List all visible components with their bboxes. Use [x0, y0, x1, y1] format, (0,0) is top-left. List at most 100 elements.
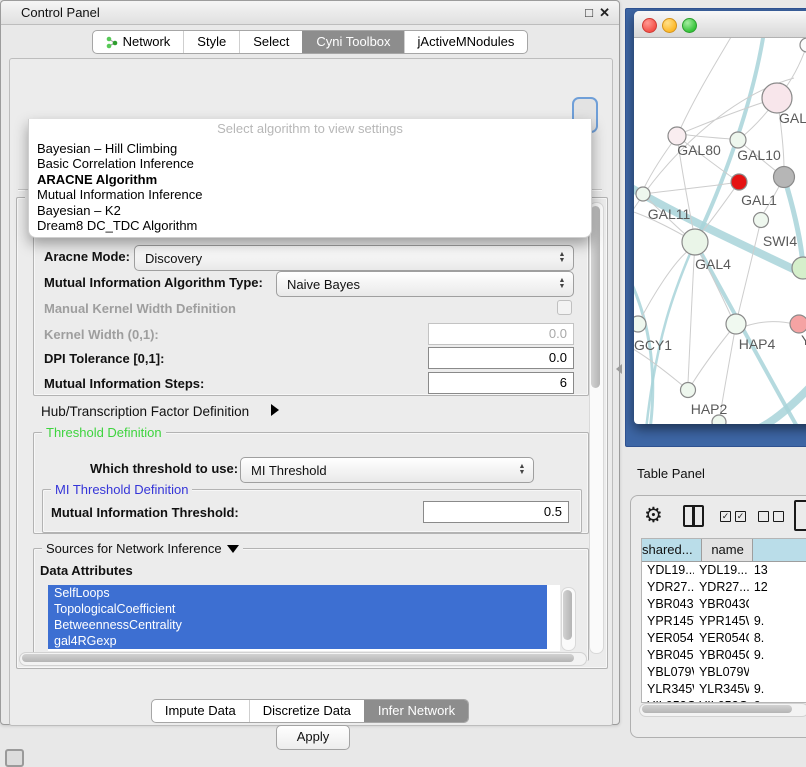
table-cell: YER054C — [694, 630, 749, 647]
table-row[interactable]: YDR27...YDR27...12 — [642, 579, 806, 596]
manual-kernel-checkbox[interactable] — [557, 300, 572, 315]
network-node[interactable] — [800, 38, 806, 52]
algorithm-option[interactable]: Basic Correlation Inference — [29, 156, 591, 171]
table-column-header[interactable] — [753, 539, 806, 561]
which-threshold-select[interactable]: MI Threshold ▲▼ — [240, 457, 534, 483]
network-edge[interactable] — [682, 134, 732, 139]
mac-close-icon[interactable] — [642, 18, 657, 33]
mac-zoom-icon[interactable] — [682, 18, 697, 33]
network-node-gal11[interactable] — [636, 187, 650, 201]
tab-cyni-toolbox[interactable]: Cyni Toolbox — [302, 31, 403, 53]
tab-discretize-data[interactable]: Discretize Data — [249, 700, 364, 722]
algorithm-option[interactable]: Bayesian – Hill Climbing — [29, 141, 591, 156]
network-node-gcy1[interactable] — [634, 316, 646, 332]
network-node-gal4[interactable] — [682, 229, 708, 255]
cyni-algorithm-settings-group: Cyni Algorithm Settings Algorithm Defini… — [16, 197, 608, 669]
network-node-hap2[interactable] — [681, 383, 696, 398]
table-cell — [749, 664, 806, 681]
network-edge[interactable] — [677, 38, 734, 136]
control-panel-window: Control Panel □ ✕ NetworkStyleSelectCyni… — [0, 0, 620, 725]
tab-jactivemnodules[interactable]: jActiveMNodules — [404, 31, 528, 53]
table-row[interactable]: YBR045CYBR045C9. — [642, 647, 806, 664]
table-horizontal-scrollbar[interactable] — [639, 703, 806, 717]
mac-minimize-icon[interactable] — [662, 18, 677, 33]
network-node-y[interactable] — [790, 315, 806, 333]
table-cell: 9. — [749, 647, 806, 664]
network-edge[interactable] — [688, 242, 695, 383]
collapse-down-icon[interactable] — [227, 545, 239, 553]
tab-network[interactable]: Network — [93, 31, 184, 53]
mi-steps-field[interactable]: 6 — [428, 372, 574, 394]
close-icon[interactable]: ✕ — [599, 1, 610, 24]
expand-right-icon[interactable] — [271, 404, 279, 416]
which-threshold-label: Which threshold to use: — [90, 461, 238, 476]
aracne-mode-label: Aracne Mode: — [44, 249, 130, 264]
network-window-titlebar[interactable] — [634, 11, 806, 38]
table-row[interactable]: YBL079WYBL079W — [642, 664, 806, 681]
data-attributes-list[interactable]: SelfLoopsTopologicalCoefficientBetweenne… — [48, 585, 560, 651]
network-edge[interactable] — [638, 250, 689, 324]
attribute-item[interactable]: gal4RGexp — [48, 633, 547, 649]
network-edge[interactable] — [752, 383, 806, 424]
table-column-header[interactable]: name — [702, 539, 753, 561]
table-cell: 9. — [749, 681, 806, 698]
sources-group-title[interactable]: Sources for Network Inference — [42, 541, 243, 556]
algorithm-option[interactable]: ARACNE Algorithm — [29, 172, 591, 187]
node-table[interactable]: shared...name YDL19...YDL19...13YDR27...… — [641, 538, 806, 703]
network-edge[interactable] — [784, 177, 803, 266]
apply-button[interactable]: Apply — [276, 725, 350, 750]
checked-boxes-icon[interactable]: ✓✓ — [720, 511, 746, 522]
algorithm-option[interactable]: Dream8 DC_TDC Algorithm — [29, 218, 591, 233]
settings-horizontal-scrollbar[interactable] — [19, 652, 587, 666]
gear-icon[interactable]: ⚙ — [644, 503, 663, 529]
network-edge[interactable] — [738, 220, 761, 315]
node-label: GCY1 — [634, 337, 672, 353]
partially-visible-icon[interactable] — [5, 749, 24, 767]
tab-impute-data[interactable]: Impute Data — [152, 700, 249, 722]
tab-infer-network[interactable]: Infer Network — [364, 700, 468, 722]
network-node[interactable] — [774, 167, 795, 188]
table-row[interactable]: YLR345WYLR345W9. — [642, 681, 806, 698]
table-row[interactable]: YBR043CYBR043C — [642, 596, 806, 613]
network-node-hap4[interactable] — [726, 314, 746, 334]
bottom-task-tabs: Impute DataDiscretize DataInfer Network — [1, 699, 619, 723]
network-edge[interactable] — [692, 324, 736, 384]
dpi-tolerance-label: DPI Tolerance [0,1]: — [44, 351, 164, 366]
panel-collapse-arrow-icon[interactable] — [616, 364, 622, 374]
hub-section-label[interactable]: Hub/Transcription Factor Definition — [41, 404, 249, 419]
mi-algorithm-type-select[interactable]: Naive Bayes ▲▼ — [276, 271, 574, 297]
attribute-item[interactable]: TopologicalCoefficient — [48, 601, 547, 617]
mi-threshold-field[interactable]: 0.5 — [423, 501, 569, 523]
network-node-gal1[interactable] — [754, 213, 769, 228]
attributes-scrollbar[interactable] — [561, 587, 576, 651]
network-canvas[interactable]: GALGAL80GAL10GAL1GAL11GAL4SWI4GCY1HAP4YH… — [634, 38, 806, 424]
table-row[interactable]: YPR145WYPR145W9. — [642, 613, 806, 630]
table-cell: YDR27... — [694, 579, 749, 596]
network-node-swi4[interactable] — [792, 257, 806, 279]
table-row[interactable]: YER054CYER054C8. — [642, 630, 806, 647]
tab-select[interactable]: Select — [239, 31, 302, 53]
network-edge[interactable] — [746, 322, 794, 326]
table-column-header[interactable]: shared... — [642, 539, 702, 561]
algorithm-option[interactable]: Bayesian – K2 — [29, 203, 591, 218]
float-window-icon[interactable]: □ — [585, 1, 593, 24]
dpi-tolerance-field[interactable]: 0.0 — [428, 347, 574, 369]
tab-style[interactable]: Style — [183, 31, 239, 53]
network-node-gal[interactable] — [762, 83, 792, 113]
unchecked-boxes-icon[interactable] — [758, 511, 784, 522]
attribute-item[interactable]: BetweennessCentrality — [48, 617, 547, 633]
attribute-item[interactable]: SelfLoops — [48, 585, 547, 601]
tab-label: Select — [253, 31, 289, 53]
table-row[interactable]: YDL19...YDL19...13 — [642, 562, 806, 579]
kernel-width-field[interactable]: 0.0 — [428, 323, 574, 345]
mi-threshold-group: MI Threshold Definition Mutual Informati… — [42, 489, 582, 533]
algorithm-option[interactable]: Mutual Information Inference — [29, 187, 591, 202]
aracne-mode-select[interactable]: Discovery ▲▼ — [134, 245, 574, 271]
settings-vertical-scrollbar[interactable] — [589, 202, 604, 654]
network-node[interactable] — [712, 415, 726, 424]
network-node[interactable] — [731, 174, 747, 190]
document-icon[interactable] — [794, 500, 806, 531]
algorithm-definition-group: Algorithm Definition Aracne Mode: Discov… — [33, 220, 589, 396]
network-node-gal10[interactable] — [730, 132, 746, 148]
columns-icon[interactable] — [683, 505, 704, 527]
